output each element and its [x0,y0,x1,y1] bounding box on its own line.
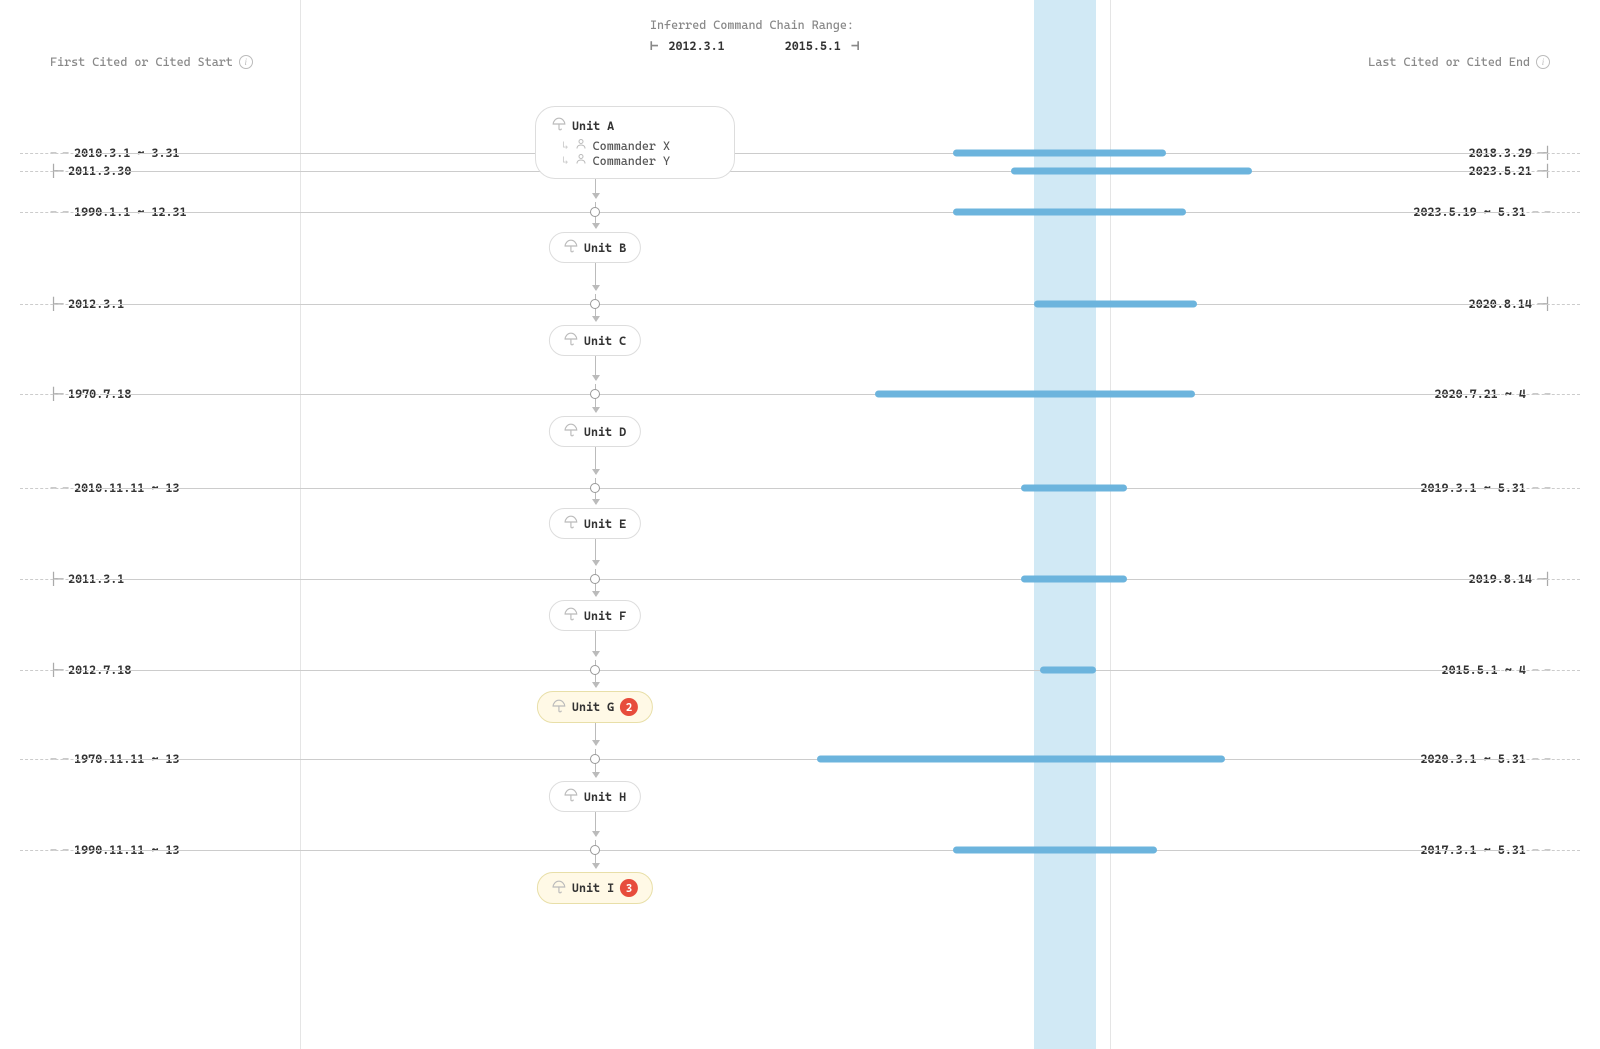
left-column-header: First Cited or Cited Start i [50,55,253,69]
info-icon[interactable]: i [239,55,253,69]
right-column-header: Last Cited or Cited End i [1368,55,1550,69]
unit-card-a[interactable]: Unit A↳Commander X↳Commander Y [535,106,735,179]
timeline-bar[interactable] [875,391,1196,398]
bracket-left-icon: ⊢ [650,38,658,54]
chain-node-dot[interactable] [590,389,600,399]
person-icon [575,153,587,168]
row-axis [100,579,1500,580]
umbrella-icon [564,788,578,805]
timeline-bar[interactable] [1040,667,1096,674]
timeline-row: - -2010.11.11 ~ 13- -2019.3.1 ~ 5.31 [0,478,1600,498]
umbrella-icon [552,117,566,134]
chain-connector [595,355,596,380]
range-title: Inferred Command Chain Range: [650,18,859,32]
chain-connector [595,178,596,198]
timeline-row: ├─2011.3.1─┤2019.8.14 [0,569,1600,589]
row-axis [100,488,1500,489]
range-end: 2015.5.1 [785,39,841,53]
timeline-row: - -1990.11.11 ~ 13- -2017.3.1 ~ 5.31 [0,840,1600,860]
timeline-bar[interactable] [953,209,1186,216]
branch-icon: ↳ [562,139,569,152]
unit-label: Unit D [584,425,626,439]
unit-label: Unit F [584,609,626,623]
umbrella-icon [564,423,578,440]
chain-node-dot[interactable] [590,754,600,764]
timeline-row: ├─1970.7.18- -2020.7.21 ~ 4 [0,384,1600,404]
info-icon[interactable]: i [1536,55,1550,69]
chain-connector [595,811,596,836]
timeline-row: - -1990.1.1 ~ 12.31- -2023.5.19 ~ 5.31 [0,202,1600,222]
unit-pill-g[interactable]: Unit G 2 [537,691,653,723]
chain-node-dot[interactable] [590,665,600,675]
chain-node-dot[interactable] [590,483,600,493]
branch-icon: ↳ [562,154,569,167]
timeline-bar[interactable] [1011,168,1252,175]
row-axis [100,153,1500,154]
commander-name: Commander Y [593,154,670,168]
unit-pill-i[interactable]: Unit I 3 [537,872,653,904]
left-header-text: First Cited or Cited Start [50,55,233,69]
umbrella-icon [564,607,578,624]
chain-node-dot[interactable] [590,207,600,217]
chain-node-dot[interactable] [590,299,600,309]
timeline-bar[interactable] [953,150,1167,157]
commander-name: Commander X [593,139,670,153]
unit-label: Unit G [572,700,614,714]
row-axis [100,171,1500,172]
chain-node-dot[interactable] [590,574,600,584]
timeline-row: - -2010.3.1 ~ 3.31─┤2018.3.29 [0,143,1600,163]
umbrella-icon [552,880,566,897]
row-axis [100,850,1500,851]
timeline-row: ├─2012.7.18- -2015.5.1 ~ 4 [0,660,1600,680]
unit-pill-b[interactable]: Unit B [549,232,641,263]
unit-label: Unit H [584,790,626,804]
person-icon [575,138,587,153]
timeline-bar[interactable] [1021,576,1128,583]
count-badge: 3 [620,879,638,897]
unit-pill-d[interactable]: Unit D [549,416,641,447]
timeline-bar[interactable] [1034,301,1197,308]
chain-connector [595,538,596,565]
timeline-row: ├─2012.3.1─┤2020.8.14 [0,294,1600,314]
umbrella-icon [552,699,566,716]
chain-connector [595,446,596,474]
unit-label: Unit C [584,334,626,348]
timeline-bar[interactable] [1021,485,1128,492]
timeline-bar[interactable] [953,847,1157,854]
timeline-row: - -1970.11.11 ~ 13- -2020.3.1 ~ 5.31 [0,749,1600,769]
right-header-text: Last Cited or Cited End [1368,55,1530,69]
umbrella-icon [564,332,578,349]
unit-pill-c[interactable]: Unit C [549,325,641,356]
chain-node-dot[interactable] [590,845,600,855]
row-axis [100,394,1500,395]
unit-label: Unit A [572,119,614,133]
umbrella-icon [564,515,578,532]
commander-row[interactable]: ↳ Commander X [552,138,718,153]
unit-pill-e[interactable]: Unit E [549,508,641,539]
unit-label: Unit I [572,881,614,895]
unit-label: Unit E [584,517,626,531]
unit-label: Unit B [584,241,626,255]
umbrella-icon [564,239,578,256]
row-axis [100,670,1500,671]
unit-pill-f[interactable]: Unit F [549,600,641,631]
unit-pill-h[interactable]: Unit H [549,781,641,812]
chain-connector [595,630,596,656]
timeline-bar[interactable] [817,756,1225,763]
row-axis [100,759,1500,760]
timeline-row: ├─2011.3.30─┤2023.5.21 [0,161,1600,181]
row-axis [100,304,1500,305]
commander-row[interactable]: ↳ Commander Y [552,153,718,168]
row-axis [100,212,1500,213]
chain-connector [595,262,596,290]
count-badge: 2 [620,698,638,716]
range-label: Inferred Command Chain Range: ⊢ 2012.3.1 20… [650,18,859,54]
chain-connector [595,721,596,745]
range-start: 2012.3.1 [668,39,724,53]
bracket-right-icon: ⊣ [851,38,859,54]
